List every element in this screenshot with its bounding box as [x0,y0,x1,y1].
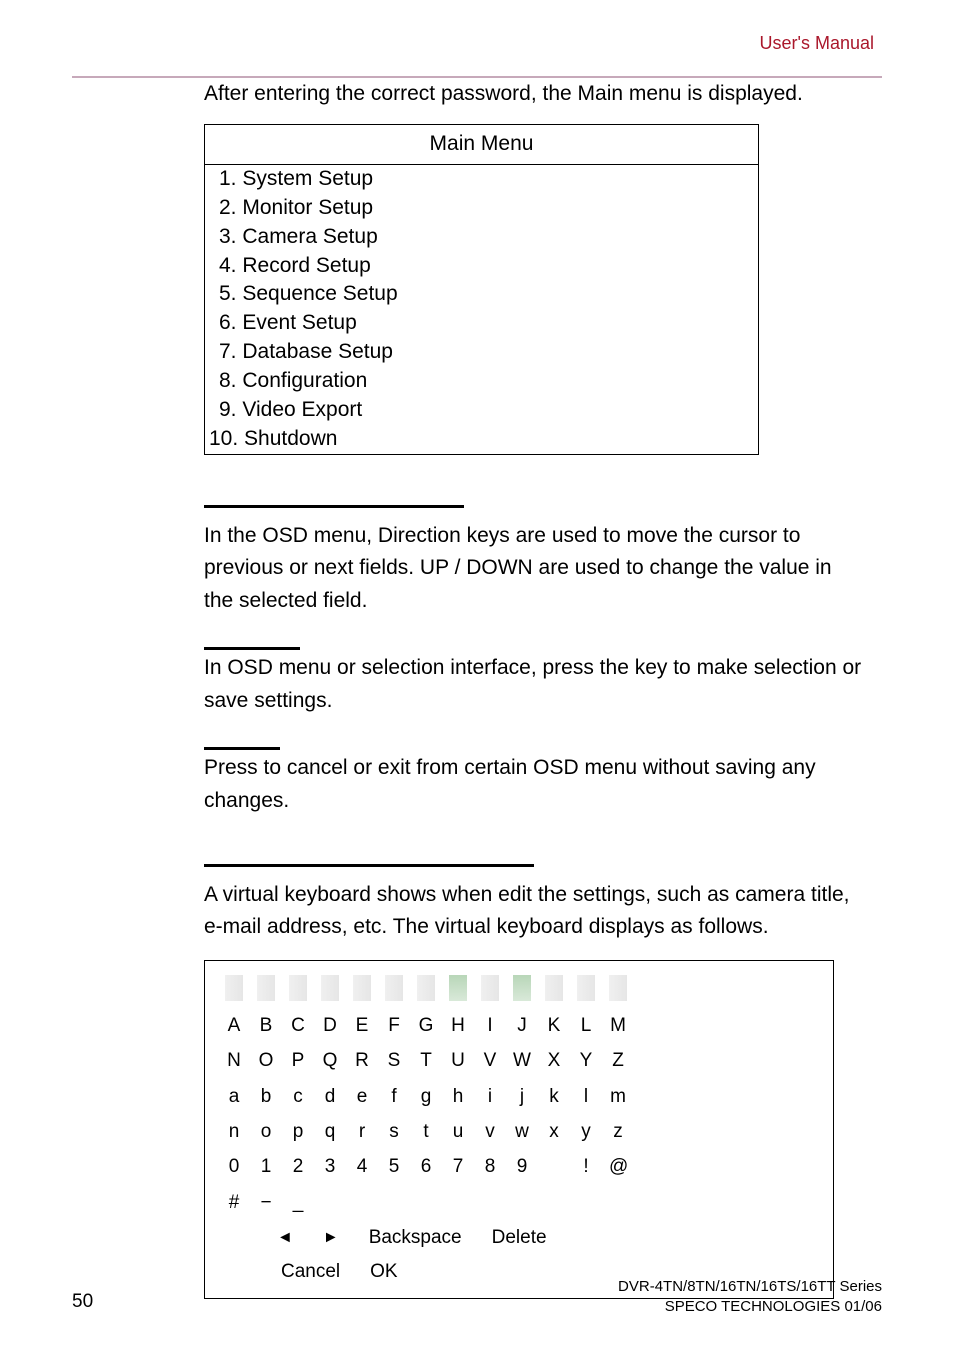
keyboard-key[interactable]: m [609,1082,627,1111]
keyboard-key[interactable]: a [225,1082,243,1111]
keyboard-key[interactable]: N [225,1046,243,1075]
delete-key[interactable]: Delete [492,1223,547,1252]
section-divider [204,864,534,867]
intro-text: After entering the correct password, the… [204,78,862,111]
keyboard-key[interactable]: j [513,1082,531,1111]
keyboard-key[interactable]: 4 [353,1152,371,1181]
keyboard-key[interactable]: H [449,1011,467,1040]
header-manual-label: User's Manual [72,30,882,58]
keyboard-key[interactable]: G [417,1011,435,1040]
keyboard-key[interactable]: R [353,1046,371,1075]
menu-item: 2. Monitor Setup [205,194,758,223]
keyboard-key[interactable]: 8 [481,1152,499,1181]
keyboard-key[interactable]: D [321,1011,339,1040]
direction-keys-text: In the OSD menu, Direction keys are used… [204,520,862,618]
arrow-right-icon[interactable]: ► [323,1226,339,1251]
keyboard-key[interactable]: f [385,1082,403,1111]
menu-item: 6. Event Setup [205,309,758,338]
product-line: DVR-4TN/8TN/16TN/16TS/16TT Series [618,1277,882,1297]
keyboard-key[interactable]: x [545,1117,563,1146]
keyboard-key[interactable]: 2 [289,1152,307,1181]
page-footer: 50 DVR-4TN/8TN/16TN/16TS/16TT Series SPE… [72,1277,882,1316]
keyboard-key[interactable]: ! [577,1152,595,1181]
keyboard-key[interactable]: p [289,1117,307,1146]
keyboard-key[interactable]: q [321,1117,339,1146]
keyboard-key[interactable]: b [257,1082,275,1111]
backspace-key[interactable]: Backspace [369,1223,462,1252]
keyboard-key[interactable]: l [577,1082,595,1111]
keyboard-key[interactable]: P [289,1046,307,1075]
keyboard-key[interactable]: n [225,1117,243,1146]
keyboard-key[interactable]: s [385,1117,403,1146]
section-divider [204,747,280,750]
keyboard-key[interactable]: K [545,1011,563,1040]
keyboard-key[interactable]: e [353,1082,371,1111]
menu-item: 4. Record Setup [205,252,758,281]
keyboard-key[interactable]: @ [609,1152,627,1181]
keyboard-key[interactable]: T [417,1046,435,1075]
keyboard-key[interactable]: − [257,1188,275,1217]
menu-item: 10. Shutdown [205,425,758,454]
keyboard-key[interactable]: y [577,1117,595,1146]
arrow-left-icon[interactable]: ◄ [277,1226,293,1251]
menu-item: 1. System Setup [205,164,758,193]
keyboard-key[interactable]: 3 [321,1152,339,1181]
keyboard-key[interactable]: z [609,1117,627,1146]
keyboard-key[interactable]: X [545,1046,563,1075]
keyboard-key[interactable]: r [353,1117,371,1146]
keyboard-key[interactable]: A [225,1011,243,1040]
section-divider [204,505,464,508]
main-menu-box: Main Menu 1. System Setup 2. Monitor Set… [204,124,759,454]
keyboard-key[interactable]: Q [321,1046,339,1075]
keyboard-key[interactable]: M [609,1011,627,1040]
section-divider [204,647,300,650]
keyboard-key[interactable]: U [449,1046,467,1075]
keyboard-key[interactable]: W [513,1046,531,1075]
keyboard-key[interactable]: c [289,1082,307,1111]
keyboard-key[interactable]: # [225,1188,243,1217]
keyboard-key[interactable]: i [481,1082,499,1111]
keyboard-key[interactable]: V [481,1046,499,1075]
menu-item: 7. Database Setup [205,338,758,367]
keyboard-key[interactable]: C [289,1011,307,1040]
keyboard-key[interactable]: 7 [449,1152,467,1181]
keyboard-key[interactable]: S [385,1046,403,1075]
keyboard-key[interactable]: _ [289,1188,307,1217]
keyboard-key[interactable]: t [417,1117,435,1146]
keyboard-key[interactable]: F [385,1011,403,1040]
keyboard-key[interactable]: u [449,1117,467,1146]
keyboard-key[interactable]: J [513,1011,531,1040]
keyboard-key[interactable]: 9 [513,1152,531,1181]
virtual-keyboard-box: ABCDEFGHIJKLM NOPQRSTUVWXYZabcdefghijklm n… [204,960,834,1300]
keyboard-key[interactable]: B [257,1011,275,1040]
keyboard-key[interactable]: L [577,1011,595,1040]
menu-item: 3. Camera Setup [205,223,758,252]
menu-item: 8. Configuration [205,367,758,396]
keyboard-key[interactable]: I [481,1011,499,1040]
keyboard-key[interactable]: d [321,1082,339,1111]
keyboard-key[interactable]: O [257,1046,275,1075]
menu-item: 5. Sequence Setup [205,280,758,309]
keyboard-header-stripe [225,975,813,1001]
menu-title: Main Menu [205,125,758,164]
keyboard-key[interactable]: Z [609,1046,627,1075]
company-line: SPECO TECHNOLOGIES 01/06 [618,1297,882,1317]
keyboard-key[interactable]: 5 [385,1152,403,1181]
keyboard-key[interactable]: k [545,1082,563,1111]
page-number: 50 [72,1287,93,1316]
keyboard-key[interactable]: g [417,1082,435,1111]
cancel-text: Press to cancel or exit from certain OSD… [204,752,862,817]
keyboard-key[interactable]: w [513,1117,531,1146]
keyboard-key[interactable]: h [449,1082,467,1111]
keyboard-key[interactable]: o [257,1117,275,1146]
keyboard-key[interactable]: 1 [257,1152,275,1181]
virtual-keyboard-text: A virtual keyboard shows when edit the s… [204,879,862,944]
keyboard-key[interactable]: v [481,1117,499,1146]
menu-item: 9. Video Export [205,396,758,425]
keyboard-key[interactable]: 6 [417,1152,435,1181]
keyboard-key[interactable]: Y [577,1046,595,1075]
keyboard-key[interactable]: 0 [225,1152,243,1181]
keyboard-key[interactable]: E [353,1011,371,1040]
osd-select-text: In OSD menu or selection interface, pres… [204,652,862,717]
